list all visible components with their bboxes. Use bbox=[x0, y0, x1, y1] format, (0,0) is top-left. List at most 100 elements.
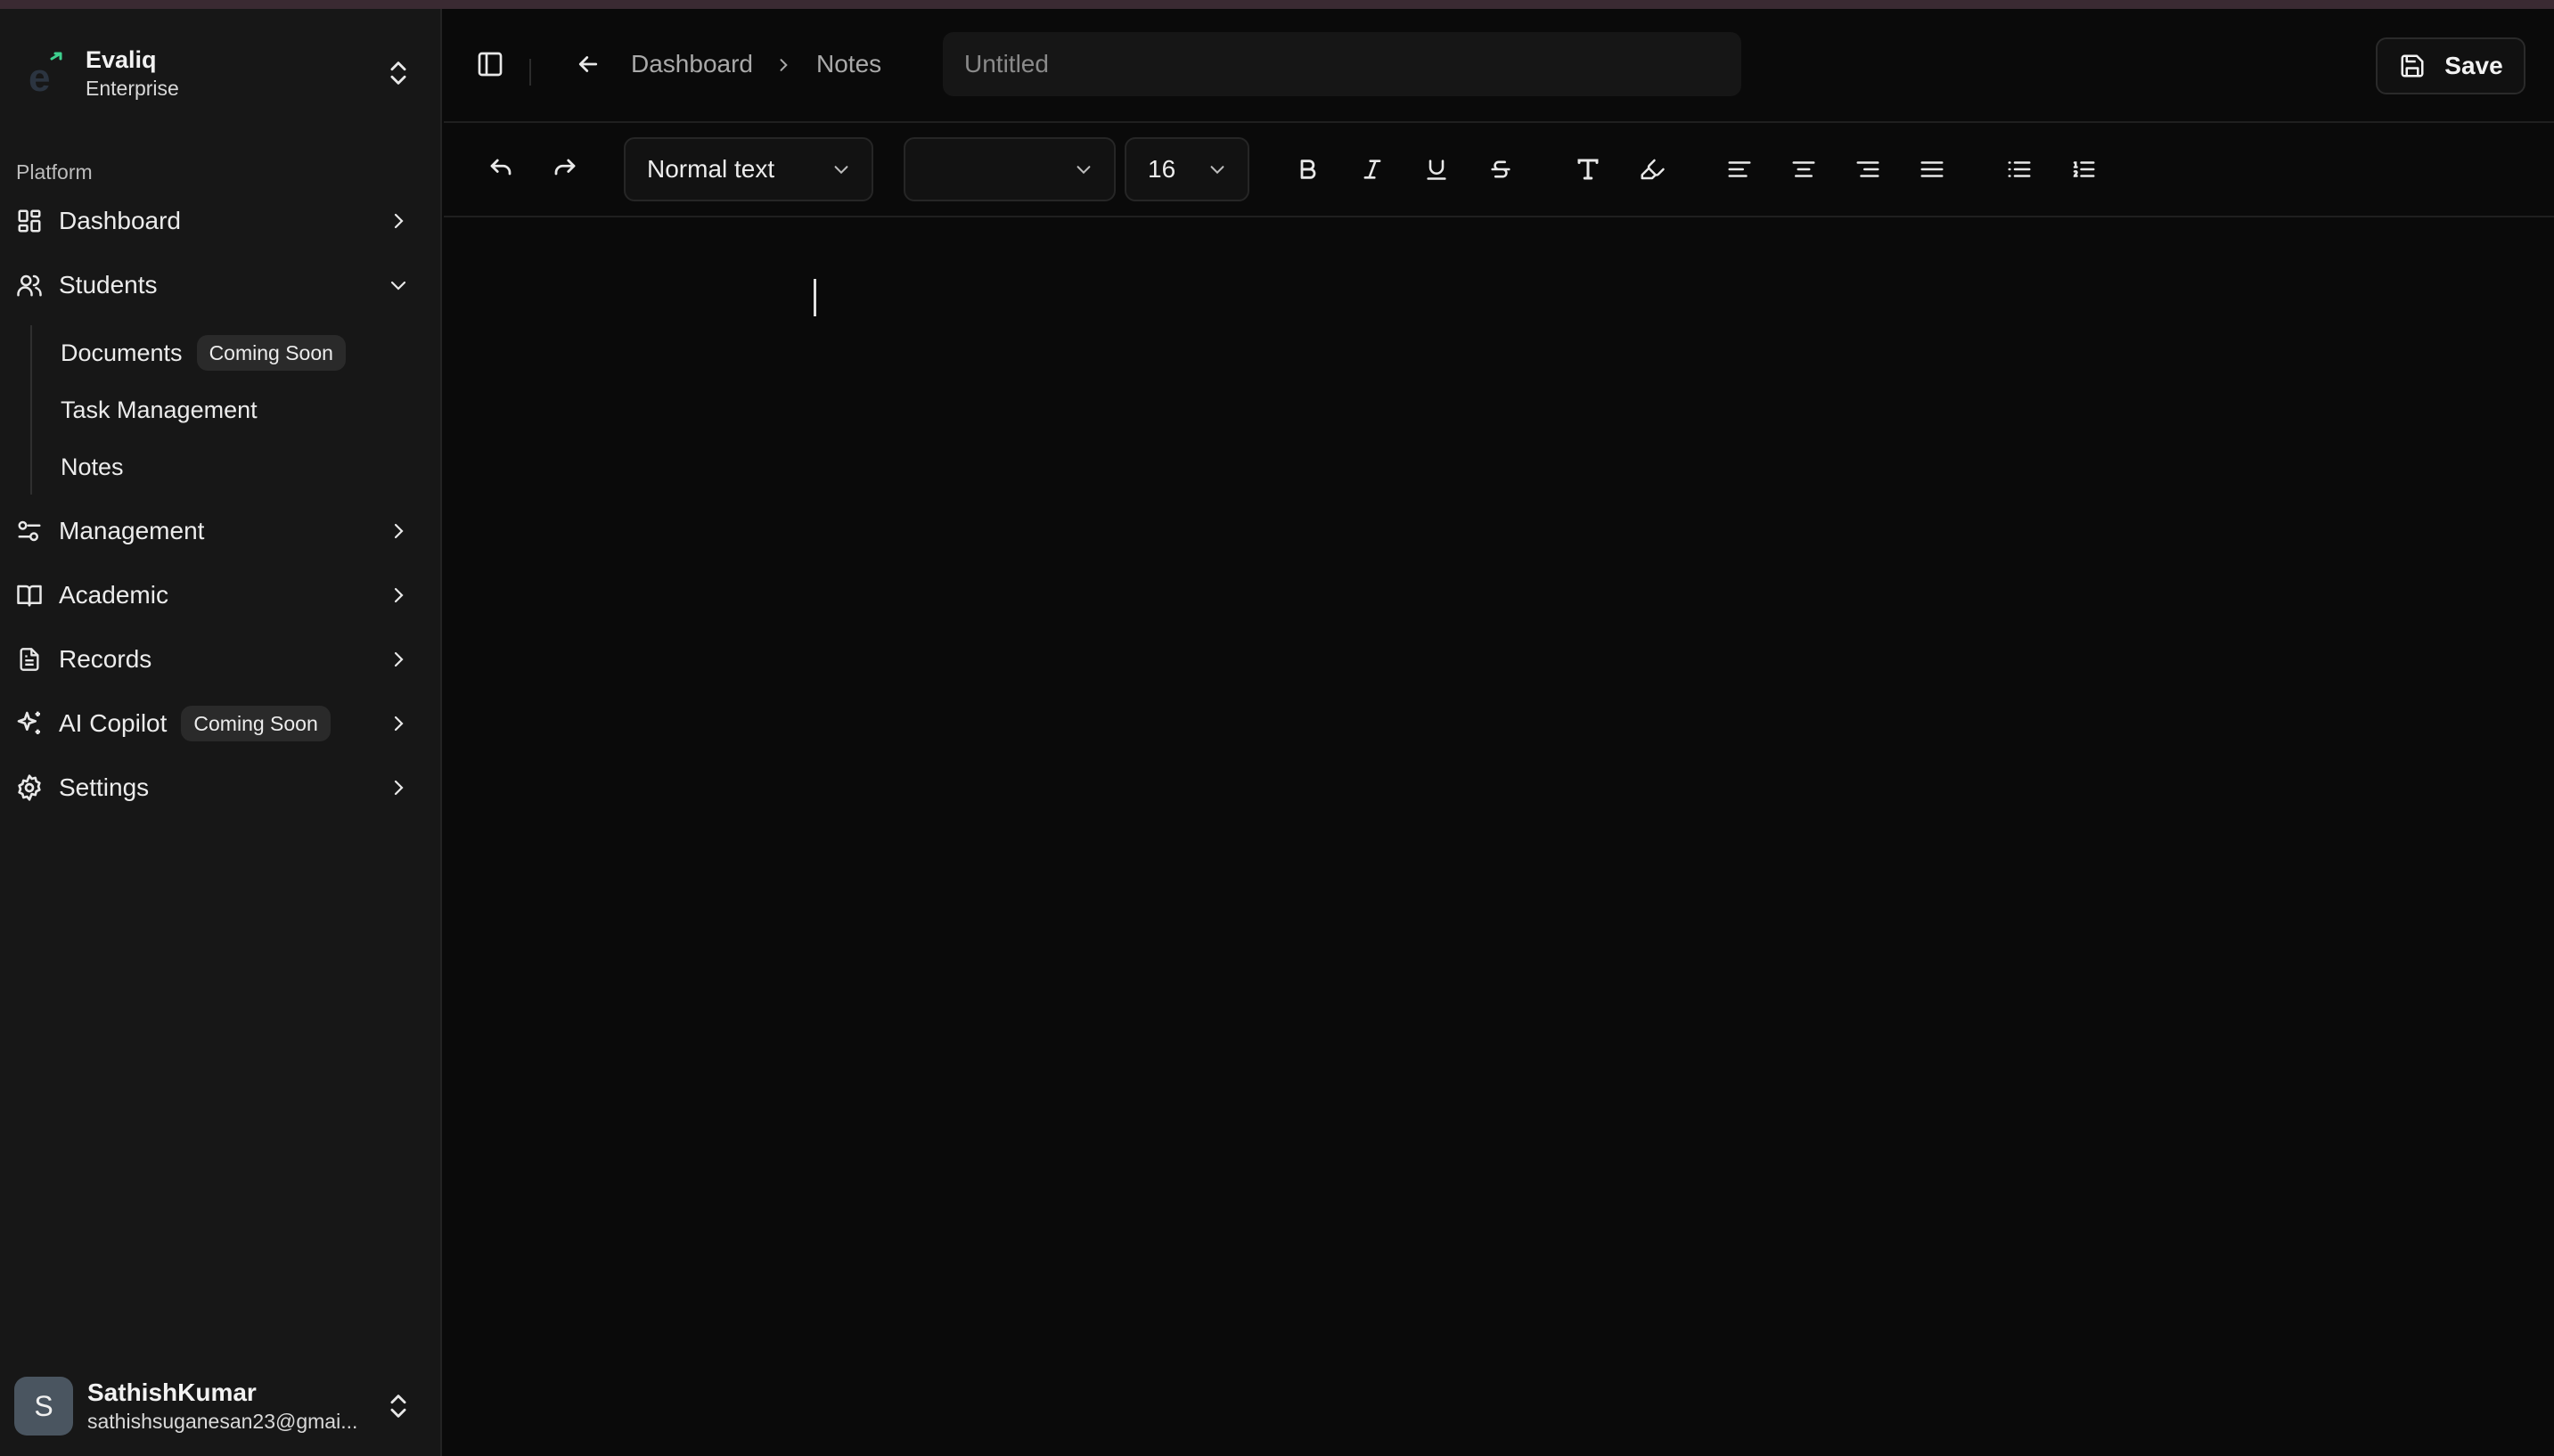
highlight-button[interactable] bbox=[1633, 150, 1672, 189]
sidebar-subitem-documents[interactable]: Documents Coming Soon bbox=[46, 328, 346, 378]
bold-icon bbox=[1296, 157, 1321, 182]
user-name: SathishKumar bbox=[87, 1378, 257, 1406]
undo-button[interactable] bbox=[481, 150, 520, 189]
chevron-right-icon bbox=[387, 209, 410, 233]
block-type-value: Normal text bbox=[647, 155, 775, 183]
font-size-value: 16 bbox=[1148, 155, 1176, 183]
chevron-down-icon bbox=[1207, 159, 1228, 180]
workspace-name: Evaliq bbox=[86, 46, 157, 73]
sidebar-item-ai-copilot[interactable]: AI Copilot Coming Soon bbox=[12, 697, 428, 750]
font-family-select[interactable] bbox=[904, 137, 1116, 201]
workspace-switcher[interactable]: e Evaliq Enterprise bbox=[14, 32, 428, 114]
users-icon bbox=[14, 270, 45, 300]
sidebar-subitem-label: Documents bbox=[61, 339, 183, 366]
redo-button[interactable] bbox=[545, 150, 585, 189]
type-icon bbox=[1575, 156, 1601, 183]
chevron-down-icon bbox=[1073, 159, 1094, 180]
chevron-right-icon bbox=[387, 519, 410, 543]
user-email: sathishsuganesan23@gmai... bbox=[87, 1410, 358, 1433]
text-color-button[interactable] bbox=[1568, 150, 1608, 189]
breadcrumb-notes[interactable]: Notes bbox=[816, 48, 881, 80]
chevron-down-icon bbox=[387, 274, 410, 297]
sidebar-item-records[interactable]: Records bbox=[12, 633, 428, 686]
sidebar-subitem-task-management[interactable]: Task Management bbox=[46, 385, 258, 435]
sidebar-subitem-label: Task Management bbox=[61, 396, 258, 423]
save-button[interactable]: Save bbox=[2376, 37, 2525, 94]
text-cursor bbox=[814, 279, 816, 316]
header-divider bbox=[529, 59, 531, 86]
save-button-label: Save bbox=[2444, 52, 2503, 79]
sidebar-item-label: Dashboard bbox=[59, 207, 181, 234]
header-bar: Dashboard Notes Save bbox=[444, 9, 2554, 123]
sparkles-icon bbox=[14, 708, 45, 739]
editor-area[interactable] bbox=[444, 219, 2554, 1456]
evaliq-logo-icon: e bbox=[14, 41, 78, 105]
sidebar-item-management[interactable]: Management bbox=[12, 504, 428, 558]
sidebar-item-label: Settings bbox=[59, 773, 150, 801]
file-text-icon bbox=[14, 644, 45, 675]
undo-icon bbox=[487, 156, 514, 183]
breadcrumb-dashboard[interactable]: Dashboard bbox=[631, 48, 753, 80]
sidebar-item-academic[interactable]: Academic bbox=[12, 568, 428, 622]
align-left-icon bbox=[1726, 156, 1753, 183]
ordered-list-button[interactable] bbox=[2064, 150, 2103, 189]
align-justify-button[interactable] bbox=[1912, 150, 1952, 189]
chevrons-up-down-icon bbox=[383, 58, 413, 88]
highlighter-icon bbox=[1639, 156, 1666, 183]
user-menu[interactable]: S SathishKumar sathishsuganesan23@gmai..… bbox=[14, 1363, 428, 1449]
align-right-button[interactable] bbox=[1848, 150, 1887, 189]
coming-soon-badge: Coming Soon bbox=[196, 335, 346, 371]
svg-text:e: e bbox=[29, 56, 50, 96]
sidebar-item-label: Management bbox=[59, 517, 205, 544]
bullet-list-button[interactable] bbox=[2000, 150, 2039, 189]
sidebar-item-label: Students bbox=[59, 271, 158, 299]
chevron-right-icon bbox=[387, 776, 410, 799]
align-justify-icon bbox=[1919, 156, 1945, 183]
chevron-right-icon bbox=[387, 648, 410, 671]
block-type-select[interactable]: Normal text bbox=[624, 137, 873, 201]
sidebar-item-label: Records bbox=[59, 645, 152, 673]
window-accent-bar bbox=[0, 0, 2554, 9]
chevron-down-icon bbox=[831, 159, 852, 180]
italic-icon bbox=[1360, 157, 1385, 182]
strikethrough-button[interactable] bbox=[1481, 150, 1520, 189]
bold-button[interactable] bbox=[1289, 150, 1328, 189]
sliders-icon bbox=[14, 516, 45, 546]
chevron-right-icon bbox=[387, 584, 410, 607]
sidebar-subitem-label: Notes bbox=[61, 453, 124, 480]
coming-soon-badge: Coming Soon bbox=[181, 706, 331, 741]
panel-left-icon bbox=[476, 50, 504, 78]
align-left-button[interactable] bbox=[1720, 150, 1759, 189]
avatar: S bbox=[14, 1377, 73, 1436]
list-ordered-icon bbox=[2070, 156, 2097, 183]
gear-icon bbox=[14, 773, 45, 803]
italic-button[interactable] bbox=[1353, 150, 1392, 189]
note-title-input[interactable] bbox=[943, 32, 1741, 96]
align-center-icon bbox=[1790, 156, 1817, 183]
submenu-guide-line bbox=[30, 325, 32, 495]
sidebar-subitem-notes[interactable]: Notes bbox=[46, 442, 124, 492]
sidebar-item-students[interactable]: Students bbox=[12, 258, 428, 312]
align-center-button[interactable] bbox=[1784, 150, 1823, 189]
toggle-sidebar-button[interactable] bbox=[471, 45, 510, 84]
editor-toolbar: Normal text 16 bbox=[444, 123, 2554, 217]
underline-button[interactable] bbox=[1417, 150, 1456, 189]
arrow-left-icon bbox=[575, 51, 602, 78]
sidebar-item-label: Academic bbox=[59, 581, 168, 609]
font-size-select[interactable]: 16 bbox=[1125, 137, 1249, 201]
list-icon bbox=[2006, 156, 2033, 183]
sidebar-item-settings[interactable]: Settings bbox=[12, 761, 428, 814]
back-button[interactable] bbox=[569, 45, 608, 84]
sidebar-item-label: AI Copilot bbox=[59, 709, 168, 737]
redo-icon bbox=[552, 156, 578, 183]
sidebar-item-dashboard[interactable]: Dashboard bbox=[12, 194, 428, 248]
workspace-plan: Enterprise bbox=[86, 77, 179, 100]
chevron-right-icon bbox=[387, 712, 410, 735]
chevrons-up-down-icon bbox=[383, 1391, 413, 1421]
align-right-icon bbox=[1854, 156, 1881, 183]
save-icon bbox=[2398, 52, 2427, 80]
strikethrough-icon bbox=[1488, 157, 1513, 182]
book-open-icon bbox=[14, 580, 45, 610]
layout-grid-icon bbox=[14, 206, 45, 236]
section-label-platform: Platform bbox=[16, 160, 93, 184]
